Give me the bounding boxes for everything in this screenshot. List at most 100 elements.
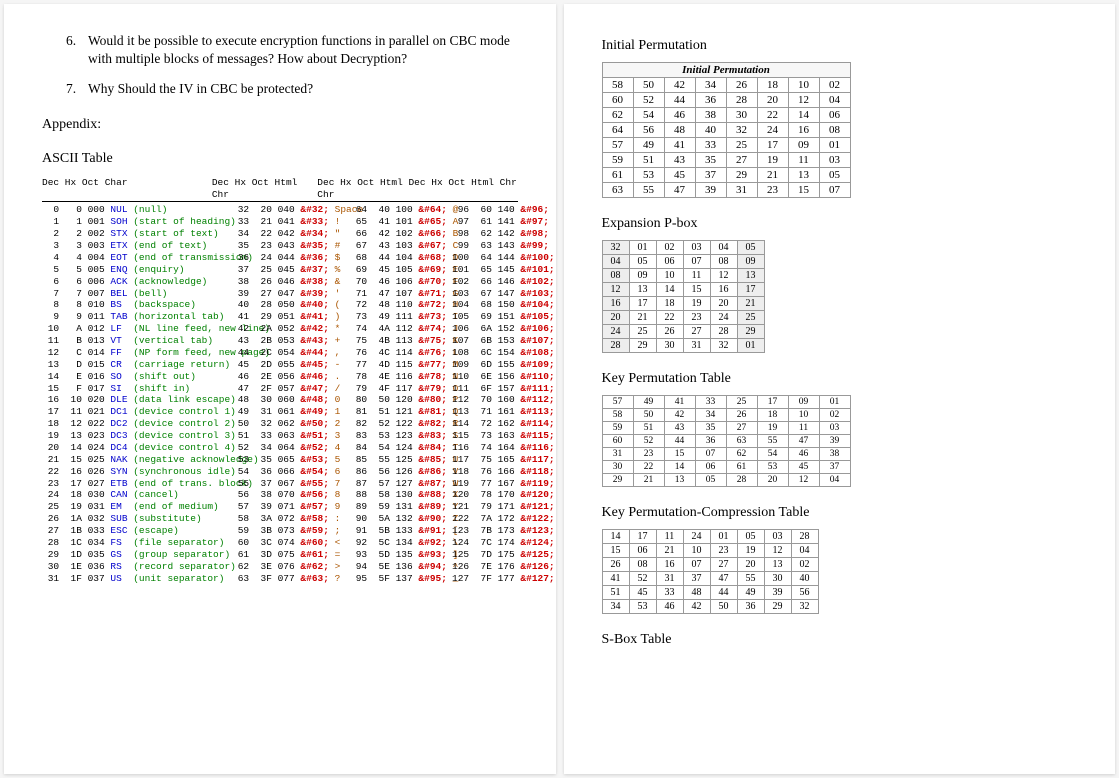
table-cell: 34	[695, 78, 726, 93]
table-row: 5145334844493956	[602, 586, 818, 600]
table-cell: 03	[819, 422, 850, 435]
table-cell: 25	[737, 311, 764, 325]
table-cell: 59	[602, 153, 633, 168]
ascii-row: 36 24 044 &#36; $	[232, 252, 350, 264]
table-cell: 28	[726, 474, 757, 487]
ascii-row: 101 65 145 &#101; e	[452, 264, 556, 276]
table-cell: 04	[791, 544, 818, 558]
table-cell: 20	[602, 311, 629, 325]
table-cell: 39	[695, 183, 726, 198]
table-cell: 38	[695, 108, 726, 123]
table-cell: 13	[664, 474, 695, 487]
question-text: Why Should the IV in CBC be protected?	[88, 80, 518, 98]
table-cell: 54	[757, 448, 788, 461]
table-cell: 10	[788, 78, 819, 93]
ascii-row: 53 35 065 &#53; 5	[232, 454, 350, 466]
table-cell: 41	[664, 138, 695, 153]
ascii-row: 117 75 165 &#117; u	[452, 454, 556, 466]
table-cell: 05	[819, 168, 850, 183]
table-cell: 27	[710, 558, 737, 572]
table-cell: 41	[664, 396, 695, 409]
table-cell: 49	[737, 586, 764, 600]
table-cell: 24	[602, 325, 629, 339]
ascii-row: 39 27 047 &#39; '	[232, 288, 350, 300]
ascii-row: 61 3D 075 &#61; =	[232, 549, 350, 561]
table-cell: 51	[602, 586, 629, 600]
table-cell: 64	[602, 123, 633, 138]
ascii-row: 90 5A 132 &#90; Z	[350, 513, 452, 525]
table-cell: 07	[819, 183, 850, 198]
table-cell: 49	[633, 138, 664, 153]
table-cell: 04	[819, 93, 850, 108]
table-cell: 18	[757, 409, 788, 422]
ascii-col-header: Dec Hx Oct Html Chr	[408, 177, 517, 201]
ascii-row: 69 45 105 &#69; E	[350, 264, 452, 276]
ascii-row: 125 7D 175 &#125; }	[452, 549, 556, 561]
table-cell: 14	[656, 283, 683, 297]
ascii-row: 124 7C 174 &#124; |	[452, 537, 556, 549]
table-cell: 18	[656, 297, 683, 311]
ascii-row: 95 5F 137 &#95; _	[350, 573, 452, 585]
table-cell: 32	[726, 123, 757, 138]
table-cell: 63	[726, 435, 757, 448]
ascii-row: 93 5D 135 &#93; ]	[350, 549, 452, 561]
table-cell: 32	[602, 241, 629, 255]
ascii-row: 7 7 007 BEL (bell)	[42, 288, 232, 300]
table-cell: 45	[664, 168, 695, 183]
table-cell: 04	[602, 255, 629, 269]
ascii-row: 80 50 120 &#80; P	[350, 394, 452, 406]
table-cell: 31	[683, 339, 710, 353]
table-cell: 17	[757, 138, 788, 153]
table-cell: 40	[695, 123, 726, 138]
ascii-row: 118 76 166 &#118; v	[452, 466, 556, 478]
table-cell: 29	[629, 339, 656, 353]
table-cell: 17	[629, 297, 656, 311]
table-cell: 13	[764, 558, 791, 572]
ascii-row: 78 4E 116 &#78; N	[350, 371, 452, 383]
table-cell: 20	[757, 93, 788, 108]
table-cell: 07	[683, 255, 710, 269]
ascii-row: 123 7B 173 &#123; {	[452, 525, 556, 537]
key-permutation-heading: Key Permutation Table	[602, 371, 1078, 387]
table-cell: 62	[602, 108, 633, 123]
table-cell: 58	[602, 78, 633, 93]
ascii-row: 71 47 107 &#71; G	[350, 288, 452, 300]
table-cell: 40	[791, 572, 818, 586]
ascii-row: 43 2B 053 &#43; +	[232, 335, 350, 347]
table-cell: 46	[664, 108, 695, 123]
table-cell: 27	[726, 422, 757, 435]
table-cell: 08	[710, 255, 737, 269]
table-cell: 61	[726, 461, 757, 474]
ascii-row: 75 4B 113 &#75; K	[350, 335, 452, 347]
initial-permutation-heading: Initial Permutation	[602, 38, 1078, 54]
table-cell: 08	[819, 123, 850, 138]
table-cell: 16	[710, 283, 737, 297]
table-cell: 01	[629, 241, 656, 255]
ascii-row: 0 0 000 NUL (null)	[42, 204, 232, 216]
ascii-row: 40 28 050 &#40; (	[232, 299, 350, 311]
ascii-row: 76 4C 114 &#76; L	[350, 347, 452, 359]
table-cell: 23	[683, 311, 710, 325]
table-cell: 30	[602, 461, 633, 474]
table-cell: 16	[788, 123, 819, 138]
table-row: 6456484032241608	[602, 123, 850, 138]
table-cell: 09	[788, 138, 819, 153]
question-item: 7.Why Should the IV in CBC be protected?	[66, 80, 518, 98]
table-cell: 62	[726, 448, 757, 461]
table-cell: 24	[757, 123, 788, 138]
table-cell: 47	[664, 183, 695, 198]
table-row: 6052443663554739	[602, 435, 850, 448]
table-cell: 17	[757, 396, 788, 409]
table-cell: 47	[788, 435, 819, 448]
table-cell: 11	[788, 422, 819, 435]
question-number: 7.	[66, 80, 88, 98]
key-permutation-table: 5749413325170901585042342618100259514335…	[602, 395, 851, 487]
ascii-row: 30 1E 036 RS (record separator)	[42, 561, 232, 573]
questions-list: 6.Would it be possible to execute encryp…	[42, 32, 518, 99]
table-cell: 37	[695, 168, 726, 183]
table-cell: 61	[602, 168, 633, 183]
table-cell: 34	[602, 600, 629, 614]
table-cell: 48	[664, 123, 695, 138]
table-row: 121314151617	[602, 283, 764, 297]
table-cell: 24	[710, 311, 737, 325]
